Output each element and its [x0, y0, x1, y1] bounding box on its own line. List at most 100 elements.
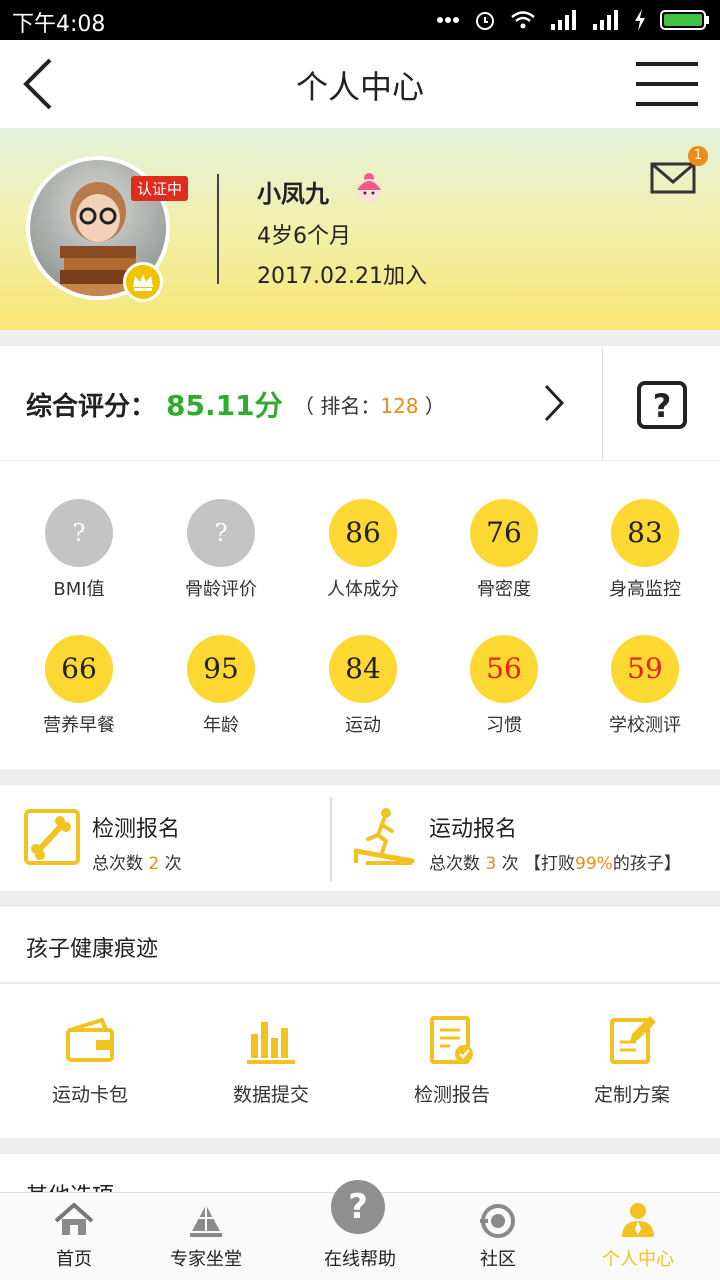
- status-time: 下午4:08: [12, 12, 106, 37]
- trace-label: 数据提交: [232, 1084, 309, 1106]
- sport-signup-title[interactable]: 运动报名: [429, 811, 517, 843]
- metric-label: BMI值: [53, 579, 105, 600]
- metric-item[interactable]: 86 人体成分: [303, 499, 423, 601]
- crown-icon: [123, 262, 163, 302]
- user-join-date: 2017.02.21加入: [257, 264, 427, 289]
- signup-section: 检测报名 总次数 2 次 运动报名 总次数 3 次 【打败99%的孩子】: [0, 785, 720, 891]
- metric-label: 习惯: [486, 715, 522, 736]
- certification-badge: 认证中: [131, 176, 189, 201]
- sport-signup-count: 总次数 3 次 【打败99%的孩子】: [429, 849, 681, 874]
- metric-score-circle: 59: [611, 635, 679, 703]
- mail-count-badge: 1: [688, 146, 708, 166]
- expert-icon: [190, 1205, 222, 1237]
- metric-label: 人体成分: [327, 579, 399, 600]
- girl-gender-icon: [357, 173, 381, 203]
- metric-label: 骨密度: [477, 579, 531, 600]
- community-icon: [480, 1204, 515, 1238]
- profile-icon: [622, 1203, 654, 1237]
- bar-chart-icon: [247, 1022, 295, 1064]
- trace-label: 定制方案: [593, 1084, 670, 1106]
- profile-header: 认证中 小凤九 4岁6个月 2017.02.21加入: [0, 128, 720, 330]
- metrics-grid: ? BMI值? 骨龄评价 86 人体成分 76 骨密度 83 身高监控 66 营养早餐 95 年龄 84 运…: [0, 461, 720, 769]
- metric-label: 身高监控: [609, 579, 681, 600]
- trace-label: 检测报告: [413, 1084, 490, 1106]
- beat-prefix: 【打败: [524, 854, 576, 874]
- sport-count-prefix: 总次数: [429, 854, 480, 874]
- metric-item[interactable]: ? 骨龄评价: [161, 499, 281, 601]
- test-signup-title[interactable]: 检测报名: [92, 811, 180, 843]
- beat-suffix: 的孩子】: [612, 854, 681, 874]
- trace-item-data-submit[interactable]: 数据提交: [201, 1014, 341, 1107]
- health-trace-title: 孩子健康痕迹: [26, 937, 159, 962]
- battery-icon: [660, 10, 709, 30]
- score-value: 85.11分: [166, 389, 283, 422]
- metric-item[interactable]: ? BMI值: [19, 499, 139, 601]
- test-count-suffix: 次: [164, 854, 182, 874]
- rank-prefix: （ 排名：: [294, 394, 381, 418]
- user-age: 4岁6个月: [257, 224, 351, 249]
- metric-score-circle: 83: [611, 499, 679, 567]
- metric-score-circle: ?: [45, 499, 113, 567]
- score-divider: [602, 346, 603, 460]
- metric-item[interactable]: 66 营养早餐: [19, 635, 139, 737]
- metric-item[interactable]: 95 年龄: [161, 635, 281, 737]
- test-signup-count: 总次数 2 次: [92, 849, 182, 874]
- signal-2-icon: [593, 10, 618, 30]
- metric-label: 学校测评: [609, 715, 681, 736]
- beat-value: 99%: [575, 854, 613, 874]
- alarm-icon: [476, 12, 494, 30]
- report-icon: [430, 1016, 473, 1064]
- metric-item[interactable]: 59 学校测评: [585, 635, 705, 737]
- metric-label: 年龄: [203, 715, 239, 736]
- svg-text:?: ?: [653, 387, 672, 425]
- test-count-value: 2: [148, 854, 160, 874]
- tab-label: 个人中心: [602, 1249, 674, 1270]
- trace-item-test-report[interactable]: 检测报告: [382, 1014, 522, 1107]
- health-trace-grid: 运动卡包 数据提交 检测报告 定制方案: [0, 984, 720, 1138]
- bone-test-icon[interactable]: [22, 807, 86, 871]
- charging-icon: [635, 9, 645, 31]
- tab-home[interactable]: 首页: [2, 1193, 146, 1280]
- help-icon[interactable]: ?: [331, 1180, 385, 1234]
- user-name: 小凤九: [257, 180, 329, 208]
- metric-label: 运动: [345, 715, 381, 736]
- rank-info: （ 排名：128 ）: [294, 390, 445, 419]
- metric-score-circle: 66: [45, 635, 113, 703]
- rank-value: 128: [380, 394, 419, 418]
- metric-label: 骨龄评价: [185, 579, 257, 600]
- edit-plan-icon: [610, 1016, 656, 1064]
- metric-score-circle: 56: [470, 635, 538, 703]
- metric-label: 营养早餐: [43, 715, 115, 736]
- tab-profile[interactable]: 个人中心: [566, 1193, 710, 1280]
- metric-item[interactable]: 56 习惯: [444, 635, 564, 737]
- signal-icon: [551, 10, 576, 30]
- metric-item[interactable]: 83 身高监控: [585, 499, 705, 601]
- tab-community[interactable]: 社区: [426, 1193, 570, 1280]
- sport-count-suffix: 次: [501, 854, 519, 874]
- rank-suffix: ）: [418, 394, 445, 418]
- treadmill-icon[interactable]: [352, 805, 416, 869]
- profile-divider: [217, 174, 219, 284]
- trace-item-custom-plan[interactable]: 定制方案: [562, 1014, 702, 1107]
- metric-score-circle: 95: [187, 635, 255, 703]
- page-title: 个人中心: [295, 68, 424, 106]
- menu-button[interactable]: [636, 60, 698, 108]
- tab-label: 专家坐堂: [170, 1249, 242, 1270]
- wifi-icon: [511, 11, 535, 29]
- question-icon[interactable]: ?: [636, 380, 688, 430]
- tab-expert[interactable]: 专家坐堂: [134, 1193, 278, 1280]
- sport-count-value: 3: [485, 854, 497, 874]
- tab-label: 在线帮助: [324, 1249, 396, 1270]
- tab-label: 首页: [56, 1249, 92, 1270]
- trace-label: 运动卡包: [51, 1084, 128, 1106]
- tab-label: 社区: [480, 1249, 516, 1270]
- wallet-icon: [66, 1017, 114, 1062]
- metric-item[interactable]: 84 运动: [303, 635, 423, 737]
- status-icons: [436, 6, 710, 34]
- chevron-right-icon[interactable]: [536, 382, 570, 424]
- overall-score-card[interactable]: 综合评分： 85.11分 （ 排名：128 ） ?: [0, 346, 720, 460]
- metric-score-circle: ?: [187, 499, 255, 567]
- trace-item-sport-card[interactable]: 运动卡包: [20, 1014, 160, 1107]
- metric-score-circle: 86: [329, 499, 397, 567]
- metric-item[interactable]: 76 骨密度: [444, 499, 564, 601]
